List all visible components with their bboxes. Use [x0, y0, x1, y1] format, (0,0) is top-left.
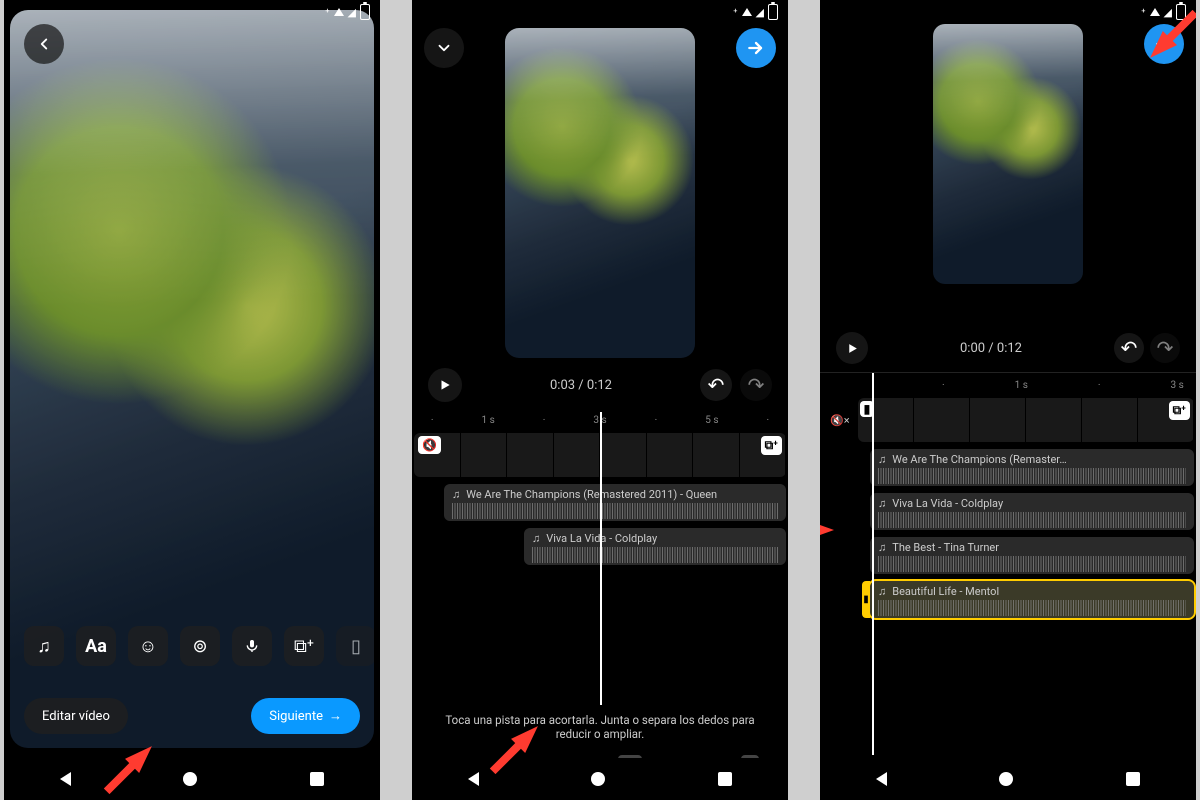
track-start-handle[interactable]: 🔇 [418, 436, 441, 454]
screen-3-audio-edit: ⁺◢ 0:00 / 0:12 ↶ ↷ ·1 s·3 s 🔇× ▮ ⧉⁺ [820, 0, 1196, 800]
android-nav [412, 758, 788, 800]
audio-track[interactable]: ♫ Viva La Vida - Coldplay [524, 528, 786, 565]
track-title: The Best - Tina Turner [892, 541, 999, 554]
edit-video-label: Editar vídeo [42, 709, 110, 724]
chevron-left-icon [35, 35, 53, 53]
mic-icon[interactable] [232, 626, 272, 666]
waveform [878, 556, 1186, 572]
sticker-icon[interactable]: ☺ [128, 626, 168, 666]
text-aa-icon[interactable]: Aa [76, 626, 116, 666]
selection-handle[interactable]: ▮ [862, 581, 870, 618]
screen-1-story-preview: ⁺◢ ♫ Aa ☺ ⊚ ⧉⁺ ▯ Editar vídeo Siguiente [4, 0, 380, 800]
track-end-handle[interactable]: ⧉⁺ [1169, 401, 1190, 420]
music-note-icon: ♫ [878, 497, 886, 510]
redo-button[interactable]: ↷ [1150, 333, 1180, 363]
music-note-icon: ♫ [878, 453, 886, 466]
nav-recent-icon[interactable] [1126, 772, 1140, 786]
nav-home-icon[interactable] [183, 772, 197, 786]
annotation-arrow [820, 520, 834, 540]
timeline[interactable]: ·1 s·3 s 🔇× ▮ ⧉⁺ ♫ We Are The Champions (… [820, 373, 1196, 755]
next-button[interactable]: Siguiente → [251, 698, 360, 734]
nav-home-icon[interactable] [999, 772, 1013, 786]
status-bar: ⁺◢ [1141, 4, 1186, 20]
play-icon [438, 378, 452, 392]
chevron-down-icon [435, 39, 453, 57]
effects-icon[interactable]: ⊚ [180, 626, 220, 666]
waveform [532, 547, 778, 563]
undo-button[interactable]: ↶ [1114, 333, 1144, 363]
next-arrow-button[interactable] [736, 28, 776, 68]
next-label: Siguiente [269, 709, 323, 724]
audio-track[interactable]: ♫ We Are The Champions (Remastered 2011) … [444, 484, 786, 521]
clip-plus-icon[interactable]: ⧉⁺ [284, 626, 324, 666]
waveform [878, 600, 1186, 616]
undo-button[interactable]: ↶ [700, 369, 732, 401]
arrow-right-icon [746, 38, 766, 58]
timeline[interactable]: ·1 s·3 s·5 s· 🔇 ⧉⁺ ♫We Are The Champions… [412, 412, 788, 705]
nav-back-icon[interactable] [876, 772, 887, 786]
hint-text: Toca una pista para acortarla. Junta o s… [412, 705, 788, 749]
track-title: We Are The Champions (Remastered 2011) -… [466, 488, 717, 501]
track-title: Viva La Vida - Coldplay [546, 532, 657, 545]
play-icon [846, 342, 859, 355]
time-display: 0:00 / 0:12 [960, 341, 1022, 356]
nav-home-icon[interactable] [591, 772, 605, 786]
collapse-button[interactable] [424, 28, 464, 68]
track-title: Viva La Vida - Coldplay [892, 497, 1003, 510]
play-button[interactable] [428, 368, 462, 402]
video-preview[interactable] [505, 28, 695, 358]
audio-track[interactable]: ♫ Viva La Vida - Coldplay [870, 493, 1194, 530]
status-bar: ⁺◢ [733, 4, 778, 20]
audio-track[interactable]: ♫ We Are The Champions (Remaster… [870, 449, 1194, 486]
arrow-right-icon: → [329, 708, 342, 724]
nav-recent-icon[interactable] [310, 772, 324, 786]
nav-back-icon[interactable] [468, 772, 479, 786]
waveform [878, 512, 1186, 528]
time-display: 0:03 / 0:12 [550, 378, 612, 393]
edit-video-button[interactable]: Editar vídeo [24, 698, 128, 734]
music-note-icon: ♫ [878, 585, 886, 598]
video-preview[interactable]: ♫ Aa ☺ ⊚ ⧉⁺ ▯ Editar vídeo Siguiente → [10, 10, 374, 748]
waveform [878, 468, 1186, 484]
android-nav [4, 758, 380, 800]
audio-track[interactable]: ♫ The Best - Tina Turner [870, 537, 1194, 574]
audio-track-selected[interactable]: ♫Beautiful Life - Mentol ▮ [870, 581, 1194, 618]
timeline-ruler: ·1 s·3 s [822, 377, 1194, 394]
waveform [452, 503, 778, 519]
track-end-handle[interactable]: ⧉⁺ [761, 436, 782, 455]
music-note-icon: ♫ [532, 532, 540, 545]
playhead[interactable] [872, 373, 874, 755]
back-button[interactable] [24, 24, 64, 64]
android-nav [820, 758, 1196, 800]
video-track[interactable]: ▮ ⧉⁺ [858, 398, 1194, 442]
video-preview[interactable] [933, 24, 1083, 284]
redo-button[interactable]: ↷ [740, 369, 772, 401]
music-icon[interactable]: ♫ [24, 626, 64, 666]
more-icon[interactable]: ▯ [336, 626, 374, 666]
status-bar: ⁺◢ [325, 4, 370, 20]
screen-2-timeline: ⁺◢ 0:03 / 0:12 ↶ ↷ ·1 s·3 s·5 s· 🔇 ⧉⁺ [412, 0, 788, 800]
story-tools-row: ♫ Aa ☺ ⊚ ⧉⁺ ▯ [24, 626, 374, 666]
track-title: We Are The Champions (Remaster… [892, 453, 1066, 466]
mute-icon[interactable]: 🔇× [822, 414, 850, 427]
play-button[interactable] [836, 332, 868, 364]
track-title: Beautiful Life - Mentol [892, 585, 999, 598]
nav-back-icon[interactable] [60, 772, 71, 786]
music-note-icon: ♫ [452, 488, 460, 501]
nav-recent-icon[interactable] [718, 772, 732, 786]
music-note-icon: ♫ [878, 541, 886, 554]
playhead[interactable] [600, 412, 602, 705]
